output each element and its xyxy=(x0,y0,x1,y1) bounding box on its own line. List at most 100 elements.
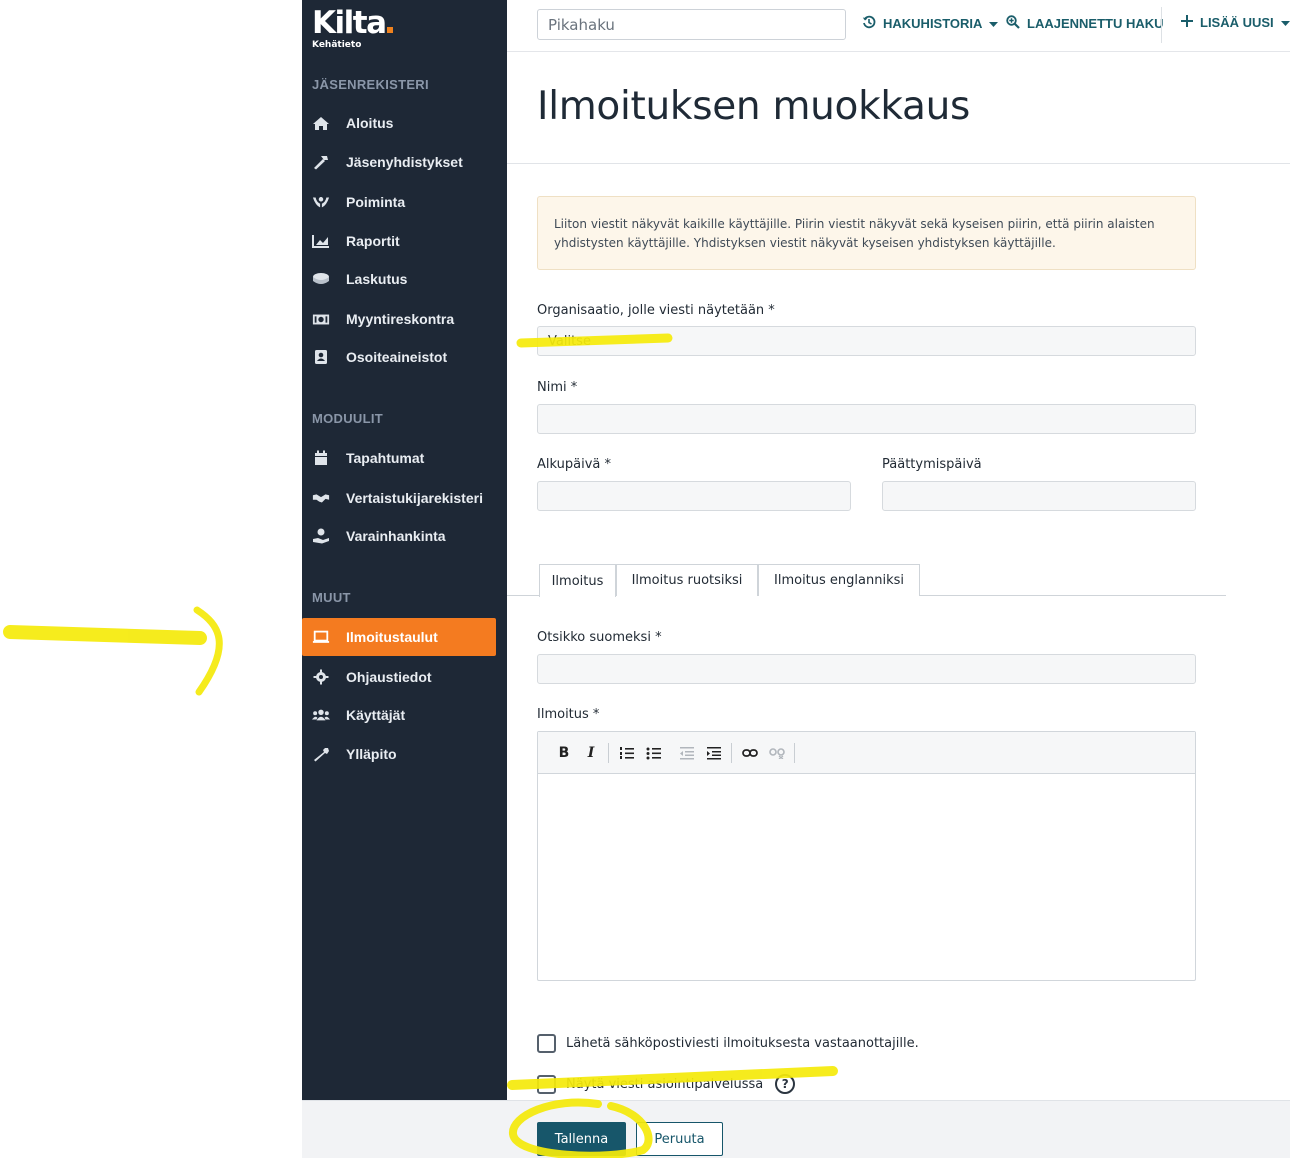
arrow-head-annotation xyxy=(193,606,223,696)
rich-text-editor[interactable]: B I xyxy=(537,731,1196,981)
donate-icon xyxy=(312,528,330,544)
chevron-down-icon xyxy=(989,16,999,31)
logo-dot xyxy=(386,27,393,33)
tab-ilmoitus-englanniksi[interactable]: Ilmoitus englanniksi xyxy=(758,564,920,596)
email-checkbox-label: Lähetä sähköpostiviesti ilmoituksesta va… xyxy=(566,1036,919,1051)
calendar-icon xyxy=(312,450,330,466)
logo-name: Kilta xyxy=(312,5,387,41)
sidebar-item-label: Jäsenyhdistykset xyxy=(346,154,463,170)
sidebar-item-label: Osoiteaineistot xyxy=(346,349,448,365)
section-moduulit: MODUULIT xyxy=(312,411,383,426)
tab-ilmoitus-ruotsiksi[interactable]: Ilmoitus ruotsiksi xyxy=(616,564,758,596)
title-divider xyxy=(507,163,1290,164)
sidebar-item-poiminta[interactable]: Poiminta xyxy=(302,184,496,220)
add-new-button[interactable]: LISÄÄ UUSI xyxy=(1181,15,1290,30)
sidebar-item-tapahtumat[interactable]: Tapahtumat xyxy=(302,440,496,476)
sidebar-item-aloitus[interactable]: Aloitus xyxy=(302,105,496,141)
sidebar-item-label: Ohjaustiedot xyxy=(346,669,432,685)
info-alert: Liiton viestit näkyvät kaikille käyttäji… xyxy=(537,196,1196,270)
sidebar-item-yllapito[interactable]: Ylläpito xyxy=(302,736,496,772)
show-message-checkbox-row[interactable]: Näytä viesti asiointipalvelussa ? xyxy=(537,1074,796,1094)
home-icon xyxy=(312,115,330,131)
sidebar-item-label: Laskutus xyxy=(346,271,408,287)
section-jasenrekisteri: JÄSENREKISTERI xyxy=(312,77,429,92)
money-icon xyxy=(312,311,330,327)
sidebar-item-ilmoitustaulut[interactable]: Ilmoitustaulut xyxy=(302,618,496,656)
outdent-icon[interactable] xyxy=(677,743,697,763)
name-label: Nimi * xyxy=(537,380,578,395)
italic-button[interactable]: I xyxy=(581,743,601,763)
email-checkbox-row[interactable]: Lähetä sähköpostiviesti ilmoituksesta va… xyxy=(537,1034,919,1053)
help-icon[interactable]: ? xyxy=(775,1074,796,1094)
indent-icon[interactable] xyxy=(704,743,724,763)
show-message-checkbox-label: Näytä viesti asiointipalvelussa xyxy=(566,1076,764,1092)
history-icon xyxy=(862,15,876,32)
name-field[interactable] xyxy=(537,404,1196,434)
zoom-icon xyxy=(1006,15,1020,32)
sidebar-item-ohjaustiedot[interactable]: Ohjaustiedot xyxy=(302,659,496,695)
cancel-button[interactable]: Peruuta xyxy=(636,1122,723,1156)
sidebar-item-label: Käyttäjät xyxy=(346,707,406,723)
sidebar-item-laskutus[interactable]: Laskutus xyxy=(302,261,496,297)
bullet-list-icon[interactable] xyxy=(644,743,664,763)
org-select[interactable]: Valitse xyxy=(537,326,1196,356)
org-label: Organisaatio, jolle viesti näytetään * xyxy=(537,303,775,318)
title-fi-field[interactable] xyxy=(537,654,1196,684)
address-book-icon xyxy=(312,349,330,365)
form-footer xyxy=(302,1100,1290,1158)
end-date-label: Päättymispäivä xyxy=(882,457,982,472)
body-label: Ilmoitus * xyxy=(537,707,600,722)
app-window: Kilta Kehätieto JÄSENREKISTERI Aloitus J… xyxy=(0,0,1290,1158)
arrow-annotation xyxy=(3,625,207,645)
editor-toolbar: B I xyxy=(538,732,1195,774)
sidebar-item-kayttajat[interactable]: Käyttäjät xyxy=(302,697,496,733)
wrench-icon xyxy=(312,746,330,762)
sidebar-item-label: Aloitus xyxy=(346,115,394,131)
toolbar-separator xyxy=(794,742,795,763)
unlink-icon[interactable] xyxy=(767,743,787,763)
history-button[interactable]: HAKUHISTORIA xyxy=(862,15,999,32)
advanced-search-button[interactable]: LAAJENNETTU HAKU xyxy=(1006,15,1164,32)
sidebar-item-jasenyhdistykset[interactable]: Jäsenyhdistykset xyxy=(302,144,496,180)
chart-icon xyxy=(312,233,330,249)
sidebar-item-label: Raportit xyxy=(346,233,400,249)
chevron-down-icon xyxy=(1280,15,1290,30)
plus-icon xyxy=(1181,15,1193,30)
handshake-icon xyxy=(312,490,330,506)
toolbar-separator xyxy=(608,742,609,763)
sidebar: Kilta Kehätieto JÄSENREKISTERI Aloitus J… xyxy=(302,0,507,1100)
section-muut: MUUT xyxy=(312,590,351,605)
start-date-field[interactable] xyxy=(537,481,851,511)
sidebar-item-label: Myyntireskontra xyxy=(346,311,455,327)
advanced-search-label: LAAJENNETTU HAKU xyxy=(1027,16,1164,31)
sidebar-item-raportit[interactable]: Raportit xyxy=(302,223,496,259)
show-message-checkbox[interactable] xyxy=(537,1074,556,1094)
sidebar-item-varainhankinta[interactable]: Varainhankinta xyxy=(302,518,496,554)
history-label: HAKUHISTORIA xyxy=(883,16,983,31)
laptop-icon xyxy=(312,629,330,645)
logo-subtitle: Kehätieto xyxy=(312,40,362,50)
sidebar-item-osoiteaineistot[interactable]: Osoiteaineistot xyxy=(302,339,496,375)
numbered-list-icon[interactable] xyxy=(617,743,637,763)
bold-button[interactable]: B xyxy=(554,743,574,763)
search-input[interactable]: Pikahaku xyxy=(537,9,846,40)
sidebar-item-label: Varainhankinta xyxy=(346,528,446,544)
tab-ilmoitus[interactable]: Ilmoitus xyxy=(539,564,616,597)
email-checkbox[interactable] xyxy=(537,1034,556,1053)
end-date-field[interactable] xyxy=(882,481,1196,511)
sidebar-item-vertaistukijarekisteri[interactable]: Vertaistukijarekisteri xyxy=(302,480,496,516)
sidebar-item-label: Poiminta xyxy=(346,194,406,210)
hands-icon xyxy=(312,194,330,210)
sidebar-item-myyntireskontra[interactable]: Myyntireskontra xyxy=(302,301,496,337)
link-icon[interactable] xyxy=(740,743,760,763)
toolbar-divider xyxy=(1161,7,1162,43)
sidebar-item-label: Tapahtumat xyxy=(346,450,425,466)
toolbar-separator xyxy=(731,742,732,763)
save-button[interactable]: Tallenna xyxy=(537,1122,626,1156)
logo[interactable]: Kilta Kehätieto xyxy=(312,8,393,50)
title-fi-label: Otsikko suomeksi * xyxy=(537,630,662,645)
add-new-label: LISÄÄ UUSI xyxy=(1200,15,1274,30)
top-bar: Pikahaku HAKUHISTORIA LAAJENNETTU HAKU L… xyxy=(507,0,1290,52)
hammer-icon xyxy=(312,154,330,170)
start-date-label: Alkupäivä * xyxy=(537,457,611,472)
